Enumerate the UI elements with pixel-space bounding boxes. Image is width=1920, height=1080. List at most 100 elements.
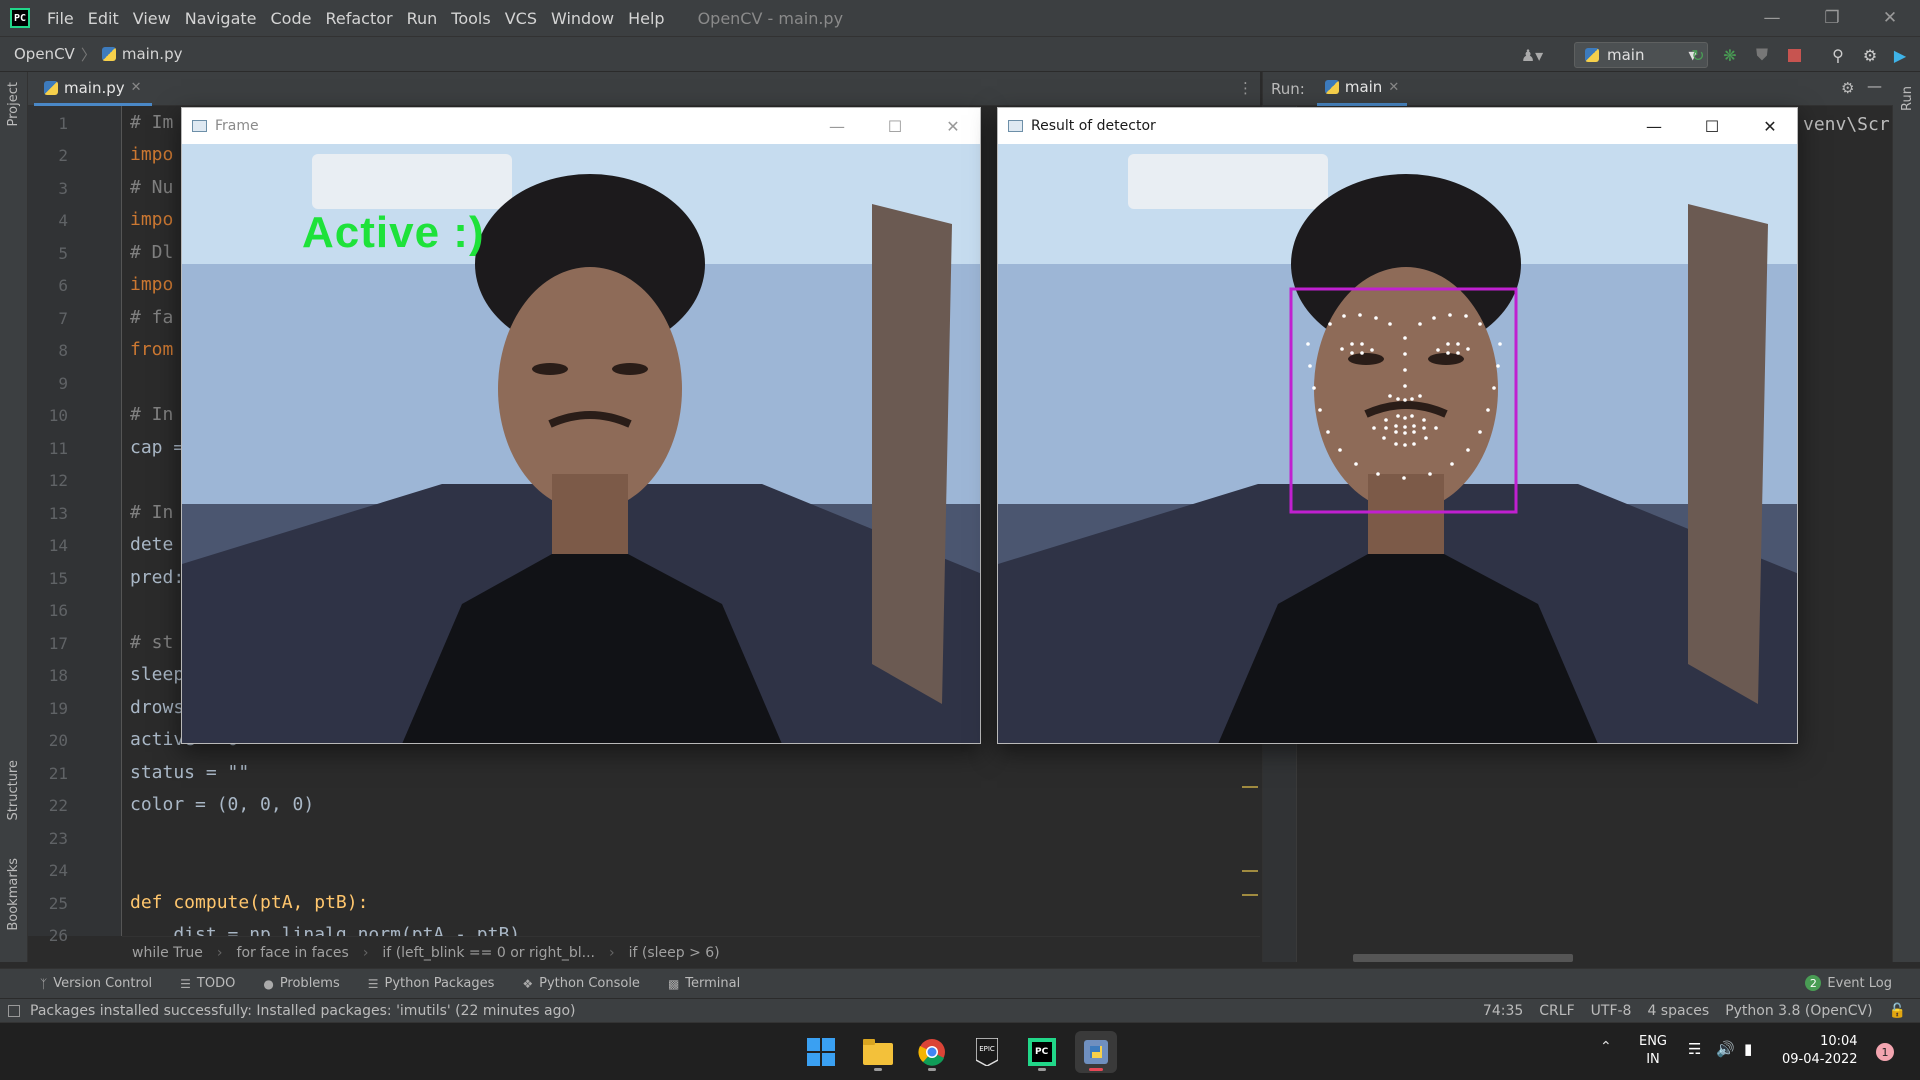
line-separator[interactable]: CRLF (1539, 1003, 1574, 1019)
toggle-tool-windows-icon[interactable] (8, 1004, 20, 1017)
breadcrumb-item[interactable]: while True (132, 945, 203, 961)
menu-vcs[interactable]: VCS (498, 9, 544, 28)
breadcrumb-item[interactable]: for face in faces (237, 945, 349, 961)
notification-badge[interactable]: 1 (1876, 1043, 1894, 1061)
indent-setting[interactable]: 4 spaces (1647, 1003, 1709, 1019)
menu-bar: PC File Edit View Navigate Code Refactor… (0, 0, 1920, 36)
chrome-icon[interactable] (911, 1031, 953, 1073)
project-tool-button[interactable]: Project (6, 82, 21, 126)
python-file-icon (44, 80, 58, 95)
pycharm-logo-icon[interactable]: PC (10, 8, 30, 28)
code-with-me-icon[interactable]: ▶ (1890, 45, 1910, 65)
python-icon (1585, 48, 1599, 62)
battery-icon[interactable]: ▮ (1744, 1040, 1752, 1058)
search-icon[interactable]: ⚲ (1828, 45, 1848, 65)
gear-icon[interactable]: ⚙ (1860, 45, 1880, 65)
close-tab-icon[interactable]: ✕ (1388, 80, 1399, 95)
menu-edit[interactable]: Edit (81, 9, 126, 28)
tool-problems[interactable]: ● Problems (263, 976, 339, 991)
wifi-icon[interactable]: ☴ (1688, 1040, 1701, 1058)
status-message[interactable]: Packages installed successfully: Install… (30, 1003, 576, 1019)
close-button[interactable]: ✕ (924, 108, 982, 144)
python-app-icon[interactable] (1075, 1031, 1117, 1073)
line-number: 20 (48, 731, 68, 750)
language-code: ENG (1638, 1034, 1667, 1049)
menu-view[interactable]: View (126, 9, 178, 28)
frame-window-titlebar[interactable]: Frame — ☐ ✕ (182, 108, 980, 144)
menu-navigate[interactable]: Navigate (178, 9, 264, 28)
code-line: dete (130, 534, 174, 555)
line-number: 10 (48, 406, 68, 425)
run-config-label: main (1607, 46, 1645, 64)
code-line: # fa (130, 307, 174, 328)
restore-button[interactable]: ❐ (1802, 0, 1862, 36)
minimize-button[interactable]: — (1742, 0, 1802, 36)
lock-icon[interactable]: 🔓 (1889, 1003, 1906, 1019)
input-language[interactable]: ENG IN (1636, 1033, 1670, 1069)
structure-tool-button[interactable]: Structure (6, 760, 21, 820)
nav-project[interactable]: OpenCV (14, 45, 75, 63)
run-tool-button[interactable]: Run (1900, 86, 1915, 111)
stop-icon[interactable] (1784, 45, 1804, 65)
menu-tools[interactable]: Tools (444, 9, 497, 28)
nav-file[interactable]: main.py (122, 45, 183, 63)
close-button[interactable]: ✕ (1860, 0, 1920, 36)
tool-label: TODO (196, 976, 236, 991)
breadcrumb-item[interactable]: if (left_blink == 0 or right_bl... (382, 945, 595, 961)
tab-main-py[interactable]: main.py ✕ (34, 72, 152, 106)
user-icon[interactable]: ♟▾ (1521, 45, 1543, 65)
branch-icon: ᛉ (40, 976, 48, 991)
frame-window[interactable]: Frame — ☐ ✕ Active :) (181, 107, 981, 744)
caret-position[interactable]: 74:35 (1483, 1003, 1523, 1019)
tool-python-console[interactable]: ❖ Python Console (522, 976, 640, 991)
line-number: 22 (48, 796, 68, 815)
coverage-icon[interactable]: ⛊ (1752, 45, 1772, 65)
menu-help[interactable]: Help (621, 9, 671, 28)
code-line: # In (130, 404, 174, 425)
more-tabs-icon[interactable]: ⋮ (1238, 79, 1253, 97)
bookmarks-tool-button[interactable]: Bookmarks (6, 858, 21, 931)
hide-panel-icon[interactable]: — (1867, 77, 1882, 95)
gear-icon[interactable]: ⚙ (1841, 79, 1854, 97)
rerun-icon[interactable]: ↻ (1688, 45, 1708, 65)
close-button[interactable]: ✕ (1741, 108, 1799, 144)
minimize-button[interactable]: — (808, 108, 866, 144)
maximize-button[interactable]: ☐ (866, 108, 924, 144)
tool-python-packages[interactable]: ☰ Python Packages (368, 976, 495, 991)
file-encoding[interactable]: UTF-8 (1591, 1003, 1632, 1019)
menu-code[interactable]: Code (264, 9, 319, 28)
run-tab-label: main (1344, 78, 1383, 96)
detector-window[interactable]: Result of detector — ☐ ✕ (997, 107, 1798, 744)
line-number: 1 (58, 114, 68, 133)
code-line: impo (130, 144, 174, 165)
tool-version-control[interactable]: ᛉ Version Control (40, 976, 152, 991)
detector-window-titlebar[interactable]: Result of detector — ☐ ✕ (998, 108, 1797, 144)
minimize-button[interactable]: — (1625, 108, 1683, 144)
line-number: 4 (58, 211, 68, 230)
tool-label: Terminal (685, 976, 741, 991)
code-line: color = (0, 0, 0) (130, 794, 315, 815)
menu-refactor[interactable]: Refactor (318, 9, 399, 28)
event-count-badge: 2 (1805, 975, 1822, 991)
epic-games-icon[interactable]: EPIC (966, 1031, 1008, 1073)
menu-window[interactable]: Window (544, 9, 621, 28)
windows-start-icon[interactable] (800, 1031, 842, 1073)
run-tab-main[interactable]: main ✕ (1316, 72, 1408, 106)
volume-icon[interactable]: 🔊 (1716, 1040, 1735, 1058)
file-explorer-icon[interactable] (857, 1031, 899, 1073)
pycharm-icon[interactable]: PC (1021, 1031, 1063, 1073)
menu-file[interactable]: File (40, 9, 81, 28)
tool-terminal[interactable]: ▩ Terminal (668, 976, 740, 991)
maximize-button[interactable]: ☐ (1683, 108, 1741, 144)
horizontal-scrollbar[interactable] (1353, 954, 1573, 962)
python-file-icon (101, 47, 116, 61)
event-log-button[interactable]: 2 Event Log (1805, 975, 1892, 991)
breadcrumb-item[interactable]: if (sleep > 6) (629, 945, 720, 961)
tool-todo[interactable]: ☰ TODO (180, 976, 235, 991)
menu-run[interactable]: Run (400, 9, 445, 28)
chevron-up-icon[interactable]: ⌃ (1600, 1039, 1612, 1055)
debug-icon[interactable]: ❋ (1720, 45, 1740, 65)
python-interpreter[interactable]: Python 3.8 (OpenCV) (1725, 1003, 1872, 1019)
close-tab-icon[interactable]: ✕ (131, 80, 142, 95)
clock[interactable]: 10:04 09-04-2022 (1782, 1033, 1858, 1069)
